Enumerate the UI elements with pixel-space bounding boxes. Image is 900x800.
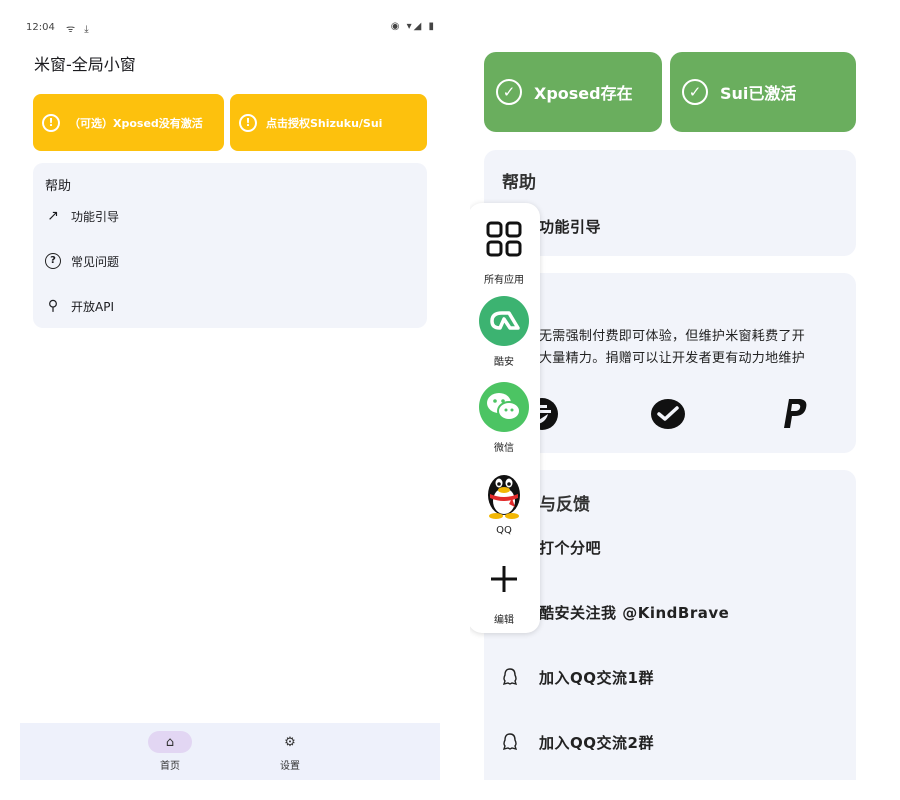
- shizuku-authorize-card[interactable]: ! 点击授权Shizuku/Sui: [230, 94, 427, 151]
- dock-item-coolapk[interactable]: 酷安: [470, 295, 540, 368]
- follow-coolapk-item[interactable]: 酷安关注我 @KindBrave: [539, 602, 729, 623]
- grid-icon: [478, 213, 530, 265]
- status-time: 12:04: [26, 22, 55, 33]
- help-card: 帮助 ↗ 功能引导 ? 常见问题 ⚲ 开放API: [33, 163, 427, 328]
- help-item-label: 常见问题: [71, 254, 120, 269]
- home-screen: 12:04 ᯤ ⤓ ◉ ▾◢ ▮ 米窗-全局小窗 ! （可选）Xposed没有激…: [20, 15, 440, 780]
- wechat-pay-icon[interactable]: [650, 396, 686, 432]
- system-status-icons: ◉ ▾◢ ▮: [390, 21, 436, 32]
- xposed-status-label: Xposed存在: [534, 84, 633, 103]
- help-title: 帮助: [45, 179, 72, 194]
- app-title: 米窗-全局小窗: [34, 55, 136, 74]
- dock-item-label: 所有应用: [484, 275, 524, 286]
- qq-penguin-icon: [478, 467, 530, 519]
- join-qq-group2-item[interactable]: 加入QQ交流2群: [539, 732, 654, 753]
- notification-icons: ᯤ ⤓: [66, 24, 92, 35]
- check-circle-icon: ✓: [496, 79, 522, 105]
- dock-item-label: 微信: [494, 443, 514, 454]
- qq-outline-icon: [502, 668, 518, 685]
- nav-settings[interactable]: ⚙ 设置: [260, 731, 320, 773]
- dock-item-all-apps[interactable]: 所有应用: [470, 213, 540, 286]
- plus-icon: [478, 553, 530, 605]
- dock-item-edit[interactable]: 编辑: [470, 553, 540, 626]
- nav-home-label: 首页: [160, 761, 180, 772]
- status-bar: 12:04 ᯤ ⤓ ◉ ▾◢ ▮: [26, 21, 436, 37]
- floating-app-dock: 所有应用 酷安 微信 QQ 编辑: [470, 203, 540, 633]
- nav-home[interactable]: ⌂ 首页: [140, 731, 200, 772]
- question-circle-icon: ?: [45, 253, 61, 269]
- check-circle-icon: ✓: [682, 79, 708, 105]
- help-item-label: 开放API: [71, 299, 114, 314]
- home-screen-with-dock: ✓ Xposed存在 ✓ Sui已激活 帮助 功能引导 无需强制付费即可体验，但…: [470, 40, 870, 780]
- dock-item-label: QQ: [496, 525, 512, 536]
- plug-icon: ⚲: [47, 298, 59, 314]
- donate-text-line2: 大量精力。捐赠可以让开发者更有动力地维护: [539, 351, 806, 366]
- nav-settings-label: 设置: [280, 761, 300, 772]
- xposed-warning-card[interactable]: ! （可选）Xposed没有激活: [33, 94, 224, 151]
- xposed-warning-label: （可选）Xposed没有激活: [69, 116, 203, 130]
- help-title: 帮助: [502, 173, 536, 193]
- alert-icon: !: [239, 113, 257, 132]
- help-item-guide[interactable]: ↗ 功能引导: [45, 206, 119, 226]
- alert-icon: !: [42, 113, 60, 132]
- dock-item-wechat[interactable]: 微信: [470, 381, 540, 454]
- help-item-faq[interactable]: ? 常见问题: [45, 251, 119, 271]
- xposed-status-card[interactable]: ✓ Xposed存在: [484, 52, 662, 132]
- coolapk-icon: [478, 295, 530, 347]
- bottom-navigation: ⌂ 首页 ⚙ 设置: [20, 723, 440, 780]
- dock-item-label: 酷安: [494, 357, 514, 368]
- donate-text-line1: 无需强制付费即可体验，但维护米窗耗费了开: [539, 329, 806, 344]
- help-item-guide[interactable]: 功能引导: [539, 216, 601, 237]
- gear-icon: ⚙: [284, 734, 296, 750]
- sui-status-label: Sui已激活: [720, 84, 797, 103]
- feedback-title: 与反馈: [539, 495, 590, 515]
- rate-app-item[interactable]: 打个分吧: [539, 537, 601, 558]
- help-item-api[interactable]: ⚲ 开放API: [45, 296, 114, 316]
- dock-item-label: 编辑: [494, 615, 514, 626]
- dock-item-qq[interactable]: QQ: [470, 467, 540, 536]
- paypal-icon[interactable]: [776, 396, 812, 432]
- join-qq-group1-item[interactable]: 加入QQ交流1群: [539, 667, 654, 688]
- sui-status-card[interactable]: ✓ Sui已激活: [670, 52, 856, 132]
- shizuku-authorize-label: 点击授权Shizuku/Sui: [266, 116, 383, 130]
- wechat-icon: [478, 381, 530, 433]
- home-icon: ⌂: [148, 731, 192, 753]
- help-item-label: 功能引导: [71, 209, 120, 224]
- qq-outline-icon: [502, 733, 518, 750]
- arrow-up-right-icon: ↗: [47, 208, 59, 224]
